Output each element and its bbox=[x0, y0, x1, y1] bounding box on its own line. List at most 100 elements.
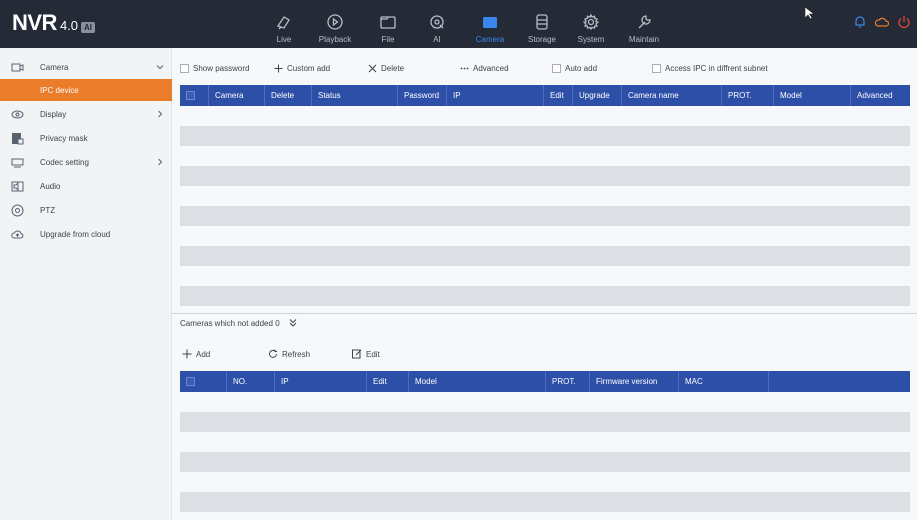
access-ipc-label: Access IPC in diffrent subnet bbox=[665, 63, 768, 73]
col-delete[interactable]: Delete bbox=[264, 85, 311, 106]
table-row bbox=[180, 412, 910, 432]
logo-text: NVR bbox=[12, 10, 57, 35]
col-prot[interactable]: PROT. bbox=[721, 85, 773, 106]
col-model[interactable]: Model bbox=[408, 371, 545, 392]
col-advanced[interactable]: Advanced bbox=[850, 85, 910, 106]
select-all-cell[interactable] bbox=[180, 371, 226, 392]
cloud-icon[interactable] bbox=[875, 15, 889, 29]
sidebar: Camera IPC device Display Privacy mask C… bbox=[0, 48, 172, 520]
col-status[interactable]: Status bbox=[311, 85, 397, 106]
nav-storage-label: Storage bbox=[527, 35, 557, 44]
sidebar-item-ptz[interactable]: PTZ bbox=[0, 199, 172, 221]
sidebar-item-privacy-mask[interactable]: Privacy mask bbox=[0, 127, 172, 149]
col-camera-name[interactable]: Camera name bbox=[621, 85, 721, 106]
camera-icon bbox=[483, 17, 497, 28]
chevron-down-icon bbox=[156, 65, 164, 70]
select-all-checkbox[interactable] bbox=[186, 377, 195, 386]
refresh-label: Refresh bbox=[282, 349, 311, 359]
col-upgrade[interactable]: Upgrade bbox=[572, 85, 621, 106]
advanced-button[interactable]: Advanced bbox=[460, 60, 509, 76]
not-added-table-header: NO. IP Edit Model PROT. Firmware version… bbox=[180, 371, 910, 392]
sidebar-item-label: Upgrade from cloud bbox=[40, 229, 111, 239]
nav-playback[interactable]: Playback bbox=[306, 0, 364, 48]
table-row bbox=[180, 246, 910, 266]
not-added-label: Cameras which not added bbox=[180, 318, 273, 328]
nav-live-label: Live bbox=[276, 35, 292, 44]
nav-camera[interactable]: Camera bbox=[462, 0, 518, 48]
codec-icon bbox=[11, 158, 24, 167]
col-ip[interactable]: IP bbox=[274, 371, 366, 392]
sidebar-item-label: IPC device bbox=[40, 85, 79, 95]
chevron-right-icon bbox=[158, 110, 163, 118]
camera-icon bbox=[11, 63, 24, 71]
refresh-icon bbox=[269, 349, 277, 358]
edit-button[interactable]: Edit bbox=[352, 347, 380, 361]
live-icon bbox=[276, 16, 290, 30]
sidebar-item-codec-setting[interactable]: Codec setting bbox=[0, 151, 172, 173]
plus-icon bbox=[274, 64, 283, 72]
col-prot[interactable]: PROT. bbox=[545, 371, 589, 392]
main-nav: Live Playback File AI Camera Storage Sys… bbox=[262, 0, 672, 48]
version-text: 4.0 bbox=[59, 18, 79, 33]
show-password-label: Show password bbox=[193, 63, 250, 73]
sidebar-item-camera[interactable]: Camera bbox=[0, 56, 172, 78]
delete-button[interactable]: Delete bbox=[368, 60, 404, 76]
col-mac[interactable]: MAC bbox=[678, 371, 768, 392]
nav-storage[interactable]: Storage bbox=[518, 0, 566, 48]
checkbox-box bbox=[180, 63, 189, 73]
edit-label: Edit bbox=[366, 349, 380, 359]
col-firmware[interactable]: Firmware version bbox=[589, 371, 678, 392]
display-icon bbox=[11, 110, 24, 118]
col-model[interactable]: Model bbox=[773, 85, 850, 106]
nav-maintain[interactable]: Maintain bbox=[616, 0, 672, 48]
select-all-cell[interactable] bbox=[180, 85, 208, 106]
ptz-icon bbox=[11, 204, 24, 216]
nav-ai-label: AI bbox=[433, 35, 441, 44]
access-ipc-checkbox[interactable]: Access IPC in diffrent subnet bbox=[652, 60, 768, 76]
nav-live[interactable]: Live bbox=[262, 0, 306, 48]
sidebar-item-label: PTZ bbox=[40, 205, 56, 215]
select-all-checkbox[interactable] bbox=[186, 91, 195, 100]
sidebar-item-label: Camera bbox=[40, 62, 69, 72]
section-divider bbox=[172, 313, 917, 314]
auto-add-checkbox[interactable]: Auto add bbox=[552, 60, 597, 76]
col-camera[interactable]: Camera bbox=[208, 85, 264, 106]
playback-icon bbox=[327, 14, 343, 30]
nvr-logo: NVR 4.0 AI bbox=[12, 10, 96, 36]
col-password[interactable]: Password bbox=[397, 85, 446, 106]
power-icon[interactable] bbox=[897, 15, 911, 29]
not-added-count: 0 bbox=[275, 318, 280, 328]
nav-ai[interactable]: AI bbox=[412, 0, 462, 48]
double-chevron-down-icon[interactable] bbox=[288, 318, 298, 328]
mouse-cursor-icon bbox=[804, 6, 815, 20]
table-row bbox=[180, 126, 910, 146]
show-password-checkbox[interactable]: Show password bbox=[180, 60, 249, 76]
wrench-icon bbox=[638, 15, 651, 29]
custom-add-button[interactable]: Custom add bbox=[274, 60, 330, 76]
sidebar-item-display[interactable]: Display bbox=[0, 103, 172, 125]
nav-file[interactable]: File bbox=[364, 0, 412, 48]
nav-camera-label: Camera bbox=[475, 35, 505, 44]
col-edit[interactable]: Edit bbox=[543, 85, 572, 106]
nav-system[interactable]: System bbox=[566, 0, 616, 48]
col-ip[interactable]: IP bbox=[446, 85, 543, 106]
table-row bbox=[180, 166, 910, 186]
bell-icon[interactable] bbox=[853, 15, 867, 29]
custom-add-label: Custom add bbox=[287, 63, 331, 73]
cloud-upgrade-icon bbox=[11, 230, 24, 238]
sidebar-item-audio[interactable]: Audio bbox=[0, 175, 172, 197]
refresh-button[interactable]: Refresh bbox=[268, 347, 310, 361]
add-button[interactable]: Add bbox=[182, 347, 210, 361]
storage-icon bbox=[536, 14, 548, 30]
ai-icon bbox=[430, 15, 444, 29]
sidebar-item-label: Privacy mask bbox=[40, 133, 88, 143]
folder-icon bbox=[380, 16, 396, 29]
not-added-toolbar: Add Refresh Edit bbox=[182, 347, 582, 361]
sidebar-item-ipc-device[interactable]: IPC device bbox=[0, 79, 172, 101]
auto-add-label: Auto add bbox=[565, 63, 598, 73]
not-added-section-header[interactable]: Cameras which not added 0 bbox=[180, 318, 298, 328]
col-edit[interactable]: Edit bbox=[366, 371, 408, 392]
gear-icon bbox=[582, 13, 600, 31]
sidebar-item-upgrade-cloud[interactable]: Upgrade from cloud bbox=[0, 223, 172, 245]
col-no[interactable]: NO. bbox=[226, 371, 274, 392]
